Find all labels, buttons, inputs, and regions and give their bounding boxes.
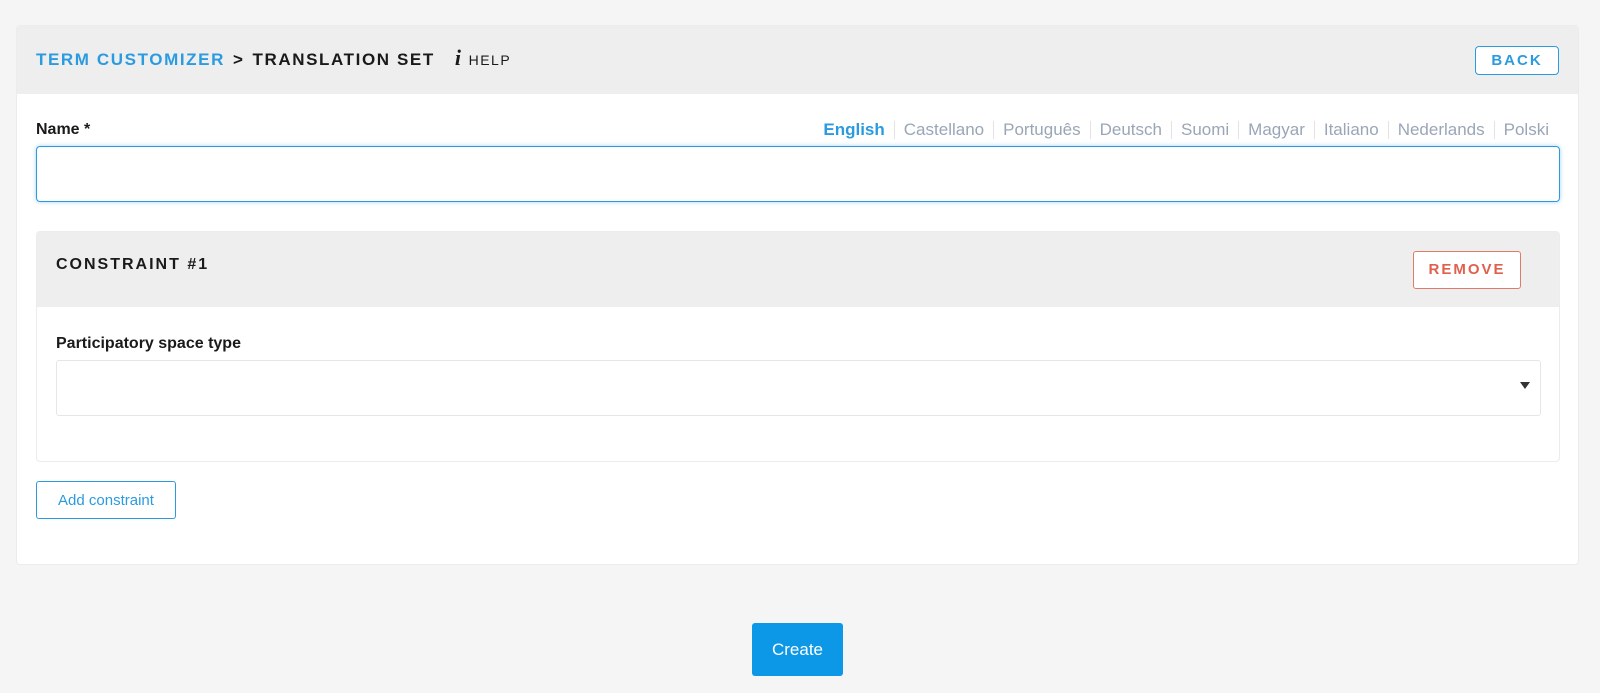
add-constraint-button[interactable]: Add constraint (36, 481, 176, 519)
remove-constraint-button[interactable]: REMOVE (1413, 250, 1521, 289)
tab-language-italiano[interactable]: Italiano (1313, 121, 1388, 139)
breadcrumb-separator: > (232, 50, 245, 69)
participatory-space-type-select[interactable] (56, 360, 1541, 416)
help-label: HELP (468, 52, 512, 68)
breadcrumb-current: TRANSLATION SET (252, 50, 435, 69)
tab-language-english[interactable]: English (814, 121, 893, 139)
name-label: Name * (36, 121, 91, 138)
chevron-down-icon (1520, 382, 1530, 389)
constraint-title: CONSTRAINT #1 (56, 255, 210, 273)
create-button[interactable]: Create (752, 623, 843, 676)
tab-language-magyar[interactable]: Magyar (1238, 121, 1314, 139)
breadcrumb-term-customizer-link[interactable]: TERM CUSTOMIZER (36, 50, 225, 70)
tab-language-portugues[interactable]: Português (993, 121, 1090, 139)
tab-language-deutsch[interactable]: Deutsch (1089, 121, 1171, 139)
constraint-panel: CONSTRAINT #1 REMOVE Participatory space… (36, 231, 1560, 462)
tab-language-polski[interactable]: Polski (1493, 121, 1559, 139)
constraint-header: CONSTRAINT #1 REMOVE (37, 232, 1559, 307)
tab-language-nederlands[interactable]: Nederlands (1387, 121, 1494, 139)
language-tabs: English Castellano Português Deutsch Suo… (814, 121, 1559, 139)
tab-language-suomi[interactable]: Suomi (1170, 121, 1238, 139)
back-button[interactable]: BACK (1475, 45, 1559, 75)
translation-set-card: TERM CUSTOMIZER > TRANSLATION SET i HELP… (16, 25, 1579, 565)
breadcrumb: TERM CUSTOMIZER > TRANSLATION SET i HELP (36, 45, 512, 71)
participatory-space-type-label: Participatory space type (56, 335, 241, 352)
name-input[interactable] (36, 146, 1560, 202)
card-header: TERM CUSTOMIZER > TRANSLATION SET i HELP… (17, 26, 1578, 94)
name-row: Name * English Castellano Português Deut… (17, 119, 1578, 141)
help-link[interactable]: i HELP (455, 45, 512, 71)
info-icon: i (454, 45, 463, 70)
constraint-body: Participatory space type (37, 307, 1559, 416)
tab-language-castellano[interactable]: Castellano (893, 121, 993, 139)
